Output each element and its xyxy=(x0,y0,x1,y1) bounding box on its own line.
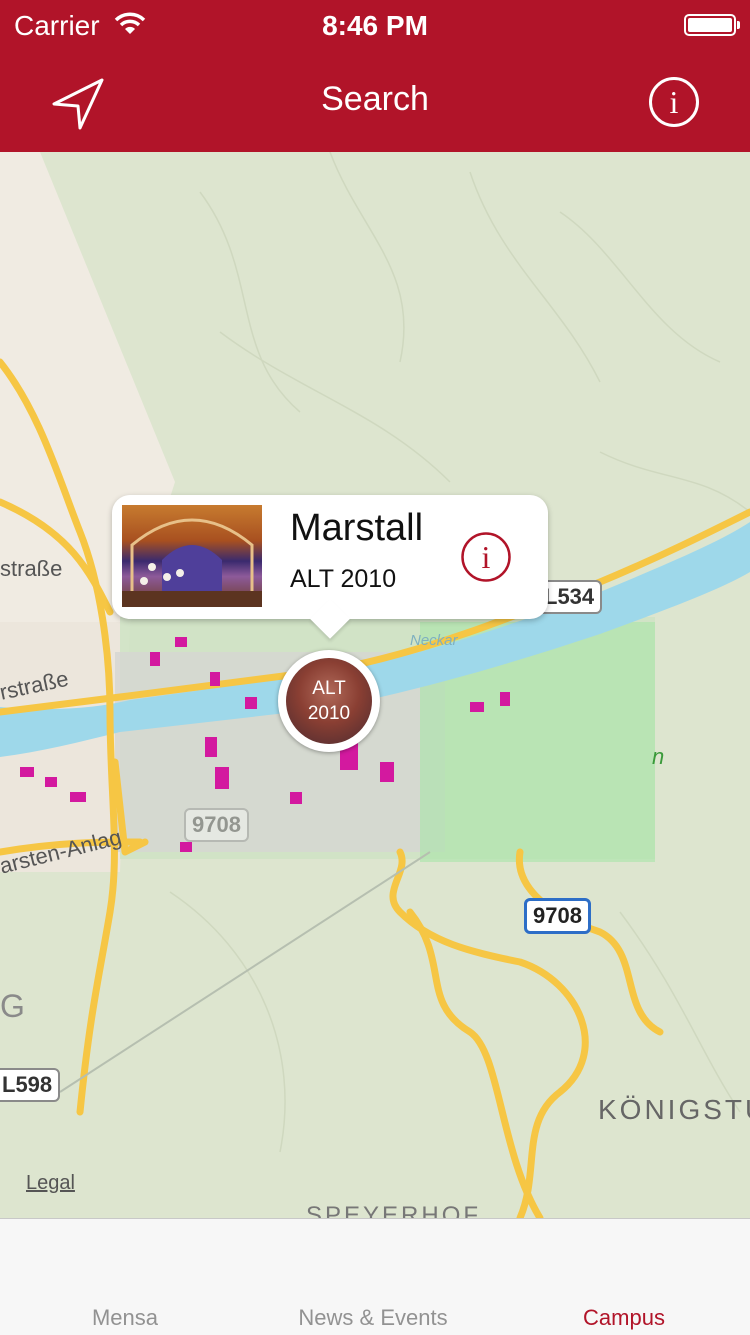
clock-time: 8:46 PM xyxy=(322,10,428,41)
svg-text:i: i xyxy=(482,539,491,575)
info-icon[interactable]: i xyxy=(648,76,700,128)
district-label: SPEYERHOF xyxy=(306,1202,482,1218)
callout-subtitle: ALT 2010 xyxy=(290,565,397,593)
tab-news-events[interactable]: News & Events xyxy=(263,1305,483,1331)
district-label: G xyxy=(0,988,25,1024)
pin-label-line2: 2010 xyxy=(307,703,351,724)
legal-link[interactable]: Legal xyxy=(26,1172,75,1195)
page-title: Search xyxy=(321,80,429,118)
river-label: Neckar xyxy=(410,632,458,649)
district-label: KÖNIGSTU xyxy=(598,1094,750,1125)
street-label: straße xyxy=(0,556,63,581)
road-shield-9708-faded: 9708 xyxy=(184,808,249,842)
location-thumbnail xyxy=(122,505,262,607)
park-label: n xyxy=(652,744,665,769)
callout-title: Marstall xyxy=(290,507,424,549)
status-bar: Carrier 8:46 PM xyxy=(0,0,750,52)
tab-campus[interactable]: Campus xyxy=(556,1305,692,1331)
navigation-bar: Search i xyxy=(0,52,750,152)
map-view[interactable]: L534 9708 9708 L598 straße rstraße arste… xyxy=(0,152,750,1218)
map-pin[interactable]: ALT 2010 xyxy=(278,650,380,752)
info-icon[interactable]: i xyxy=(460,531,512,583)
pin-label-line1: ALT xyxy=(312,678,346,699)
road-shield-l598: L598 xyxy=(0,1068,61,1102)
pin-badge: ALT 2010 xyxy=(286,658,372,744)
road-shield-9708: 9708 xyxy=(524,898,591,934)
map-callout[interactable]: Marstall ALT 2010 i xyxy=(112,495,548,619)
svg-text:i: i xyxy=(670,84,679,120)
battery-icon xyxy=(684,14,740,36)
tab-mensa[interactable]: Mensa xyxy=(60,1305,190,1331)
tab-bar: Mensa News & Events Campus xyxy=(0,1218,750,1335)
